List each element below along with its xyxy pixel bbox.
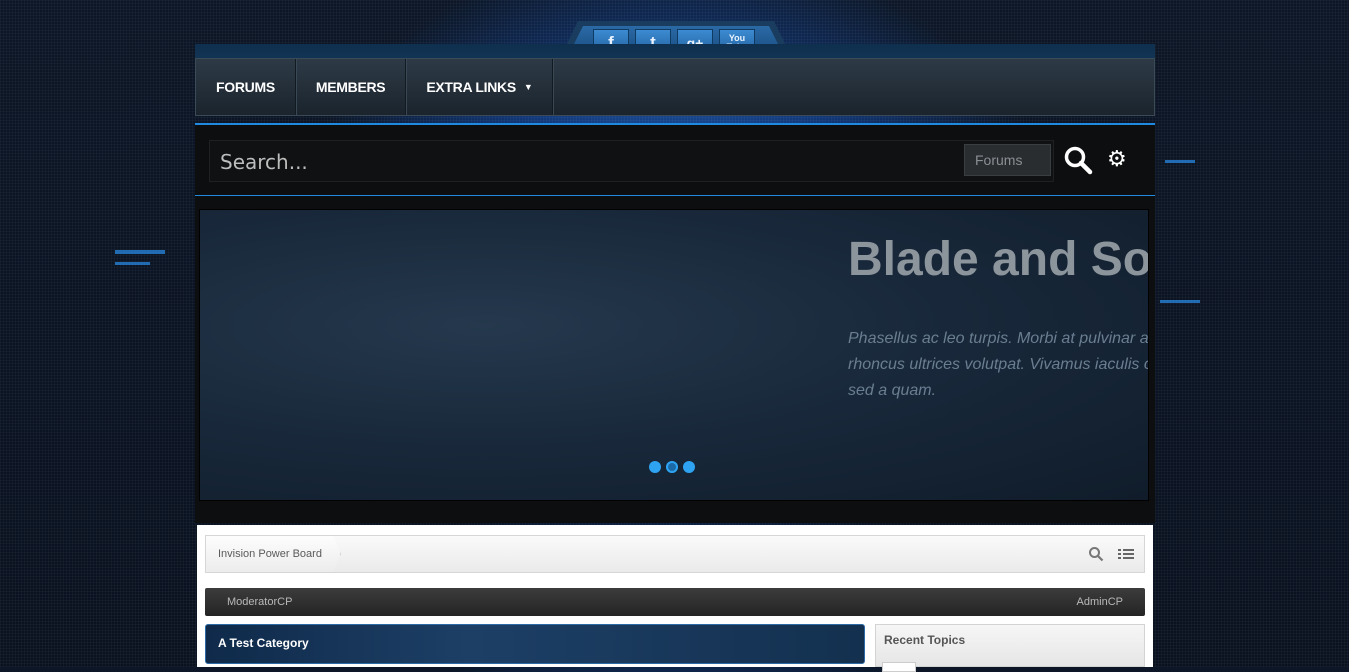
search-icon[interactable] [1088,546,1104,562]
search-field-wrapper: Forums [209,140,1054,182]
breadcrumb: Invision Power Board [205,535,1145,573]
list-view-icon[interactable] [1118,548,1134,560]
search-input[interactable] [218,147,922,177]
nav-item-members[interactable]: MEMBERS [296,59,407,115]
caret-down-icon: ▼ [523,82,533,92]
recent-topics-title: Recent Topics [884,633,966,647]
decor-line [1160,300,1200,303]
slider-dot[interactable] [649,461,661,473]
nav-label: FORUMS [216,79,275,95]
main-nav: FORUMS MEMBERS EXTRA LINKS ▼ [195,58,1155,116]
category-title[interactable]: A Test Category [218,636,309,650]
content-area: Invision Power Board ModeratorCP AdminCP… [197,525,1153,672]
category-header[interactable]: A Test Category [205,624,865,664]
moderatorcp-link[interactable]: ModeratorCP [227,596,292,608]
featured-slider: Blade and So Phasellus ac leo turpis. Mo… [199,209,1149,501]
page-wrapper: f t g+ You Tube FORUMS MEMBERS EXTRA LIN… [195,0,1155,672]
decor-line [115,250,165,254]
slider-dots [649,461,695,473]
nav-label: MEMBERS [315,79,386,95]
slide-text: Phasellus ac leo turpis. Morbi at pulvin… [848,330,1149,399]
search-icon[interactable] [1063,145,1093,175]
recent-topic-thumb [882,662,916,672]
moderation-bar: ModeratorCP AdminCP [205,588,1145,616]
nav-item-forums[interactable]: FORUMS [196,59,296,115]
search-scope-button[interactable]: Forums [964,144,1051,176]
slider-dot[interactable] [666,461,678,473]
slider-dot[interactable] [683,461,695,473]
recent-topics-panel: Recent Topics [875,624,1145,672]
breadcrumb-item-root[interactable]: Invision Power Board [206,536,341,572]
decor-line [1165,160,1195,163]
search-bar: Forums ⚙ [195,123,1155,196]
admincp-link[interactable]: AdminCP [1077,596,1123,608]
decor-line [115,262,150,265]
slider-frame: Blade and So Phasellus ac leo turpis. Mo… [195,196,1155,523]
slide-title: Blade and So [848,233,1149,286]
top-strip [195,44,1155,58]
nav-item-extra-links[interactable]: EXTRA LINKS ▼ [406,59,554,115]
nav-label: EXTRA LINKS [426,79,516,95]
gear-icon[interactable]: ⚙ [1107,146,1133,176]
